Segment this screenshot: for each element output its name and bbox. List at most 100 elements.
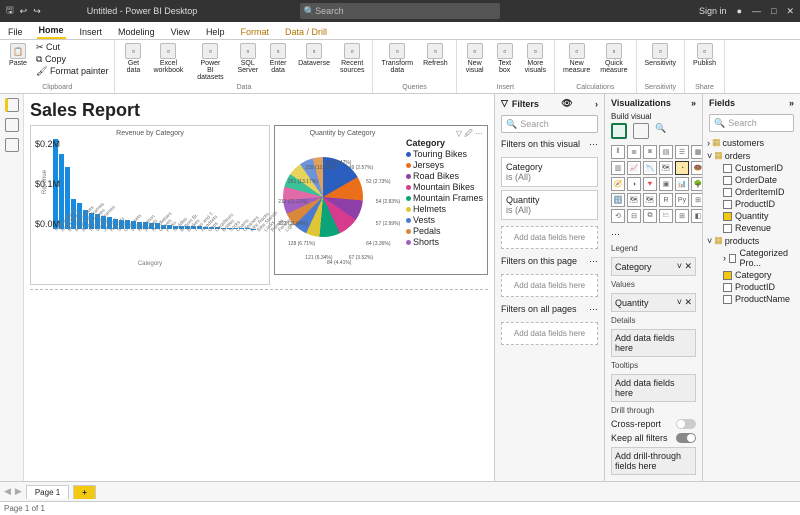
field-orderitemid[interactable]: OrderItemID — [707, 186, 796, 198]
more-visuals-icon[interactable]: ⋯ — [605, 227, 702, 242]
viz-type-icon[interactable]: ⫴ — [611, 145, 625, 159]
keep-filters-toggle[interactable] — [676, 433, 696, 443]
build-visual-tab-icon[interactable] — [611, 123, 627, 139]
field-category[interactable]: Category — [707, 269, 796, 281]
tab-home[interactable]: Home — [37, 23, 66, 39]
more-icon[interactable]: ⋯ — [589, 139, 598, 150]
tab-format[interactable]: Format — [238, 25, 271, 39]
page-nav-next[interactable]: ▶ — [15, 486, 22, 497]
viz-type-icon[interactable]: ◔ — [675, 161, 689, 175]
filters-eye-icon[interactable]: 👁 — [561, 98, 572, 109]
values-well[interactable]: Quantity˅ ✕ — [611, 293, 696, 312]
page-tab[interactable]: Page 1 — [26, 485, 69, 499]
fields-collapse-icon[interactable]: » — [789, 98, 794, 108]
enter-data-button[interactable]: ▫Enterdata — [266, 42, 290, 75]
sensitivity-button[interactable]: ▫Sensitivity — [643, 42, 679, 68]
avatar-icon[interactable]: ● — [737, 6, 742, 16]
tab-help[interactable]: Help — [204, 25, 227, 39]
add-page-button[interactable]: + — [73, 485, 96, 499]
more-icon[interactable]: ⋯ — [589, 256, 598, 267]
checkbox[interactable] — [723, 283, 732, 292]
viz-type-icon[interactable]: 📈 — [627, 161, 641, 175]
maximize-button[interactable]: □ — [771, 6, 776, 16]
sql-server-button[interactable]: ▫SQLServer — [235, 42, 260, 75]
filters-page-add[interactable]: Add data fields here — [501, 274, 598, 297]
viz-type-icon[interactable]: ▥ — [611, 161, 625, 175]
field-orderdate[interactable]: OrderDate — [707, 174, 796, 186]
viz-type-icon[interactable]: ≣ — [627, 145, 641, 159]
tooltips-well[interactable]: Add data fields here — [611, 374, 696, 402]
checkbox[interactable] — [723, 188, 732, 197]
report-canvas[interactable]: Sales Report Revenue by Category $0.2M$0… — [24, 94, 494, 481]
data-view-icon[interactable] — [5, 118, 19, 132]
minimize-button[interactable]: — — [752, 6, 761, 16]
field-productname[interactable]: ProductName — [707, 293, 796, 305]
filters-collapse-icon[interactable]: › — [595, 99, 598, 109]
viz-type-icon[interactable]: 🗺 — [643, 193, 657, 207]
viz-type-icon[interactable]: 🔢 — [611, 193, 625, 207]
format-painter-button[interactable]: 🖌 Format painter — [36, 66, 108, 77]
pie-chart-visual[interactable]: ▽ 🖉 ⋯ Quantity by Category 47 (2.47%)49 … — [274, 125, 488, 275]
get-data-button[interactable]: ▫Getdata — [121, 42, 145, 75]
viz-type-icon[interactable]: Py — [675, 193, 689, 207]
checkbox[interactable] — [723, 200, 732, 209]
details-well[interactable]: Add data fields here — [611, 329, 696, 357]
filters-search[interactable]: 🔍Search — [501, 115, 598, 133]
tab-view[interactable]: View — [169, 25, 192, 39]
format-visual-tab-icon[interactable] — [633, 123, 649, 139]
dataverse-button[interactable]: ▫Dataverse — [296, 42, 332, 68]
viz-type-icon[interactable]: ▤ — [659, 145, 673, 159]
table-products[interactable]: ˅▦products — [707, 234, 796, 247]
publish-button[interactable]: ▫Publish — [691, 42, 718, 68]
viz-type-icon[interactable]: 📊 — [675, 177, 689, 191]
page-nav-prev[interactable]: ◀ — [4, 486, 11, 497]
field-productid[interactable]: ProductID — [707, 198, 796, 210]
field-revenue[interactable]: Revenue — [707, 222, 796, 234]
refresh-button[interactable]: ▫Refresh — [421, 42, 450, 68]
quick-measure-button[interactable]: ▫Quickmeasure — [598, 42, 629, 75]
filter-card[interactable]: Quantityis (All) — [501, 190, 598, 220]
field-customerid[interactable]: CustomerID — [707, 162, 796, 174]
filter-card[interactable]: Categoryis (All) — [501, 157, 598, 187]
checkbox[interactable] — [723, 164, 732, 173]
checkbox[interactable] — [723, 224, 732, 233]
tab-insert[interactable]: Insert — [78, 25, 105, 39]
field-categorized pro...[interactable]: › Categorized Pro... — [707, 247, 796, 269]
undo-icon[interactable]: ↩ — [20, 6, 28, 17]
filters-visual-add[interactable]: Add data fields here — [501, 226, 598, 249]
checkbox[interactable] — [723, 295, 732, 304]
viz-type-icon[interactable]: ⊟ — [627, 209, 641, 223]
viz-type-icon[interactable]: ⧉ — [643, 209, 657, 223]
model-view-icon[interactable] — [5, 138, 19, 152]
new-visual-button[interactable]: ▫Newvisual — [463, 42, 487, 75]
viz-type-icon[interactable]: 🔻 — [643, 177, 657, 191]
table-customers[interactable]: ›▦customers — [707, 136, 796, 149]
analytics-tab-icon[interactable]: 🔍 — [655, 123, 671, 139]
copy-button[interactable]: ⧉ Copy — [36, 54, 108, 65]
more-visuals-button[interactable]: ▫Morevisuals — [523, 42, 548, 75]
close-button[interactable]: ✕ — [786, 6, 794, 17]
filters-all-add[interactable]: Add data fields here — [501, 322, 598, 345]
title-search[interactable]: 🔍 Search — [300, 3, 500, 19]
viz-type-icon[interactable]: 🗠 — [659, 209, 673, 223]
field-quantity[interactable]: Quantity — [707, 210, 796, 222]
cross-report-toggle[interactable] — [676, 419, 696, 429]
fields-search[interactable]: 🔍Search — [709, 114, 794, 132]
viz-type-icon[interactable]: 🧭 — [611, 177, 625, 191]
excel-workbook-button[interactable]: ▫Excelworkbook — [151, 42, 185, 75]
text-box-button[interactable]: ▫Textbox — [493, 42, 517, 75]
viz-type-icon[interactable]: ▣ — [659, 177, 673, 191]
checkbox[interactable] — [723, 271, 732, 280]
visual-header-icons[interactable]: ▽ 🖉 ⋯ — [456, 128, 483, 142]
power-bi-datasets-button[interactable]: ▫PowerBI datasets — [191, 42, 229, 82]
table-orders[interactable]: ˅▦orders — [707, 149, 796, 162]
transform-data-button[interactable]: ▫Transformdata — [379, 42, 415, 75]
legend-well[interactable]: Category˅ ✕ — [611, 257, 696, 276]
tab-modeling[interactable]: Modeling — [116, 25, 157, 39]
sign-in-link[interactable]: Sign in — [699, 6, 727, 16]
redo-icon[interactable]: ↪ — [33, 6, 41, 17]
tab-file[interactable]: File — [6, 25, 25, 39]
cut-button[interactable]: ✂ Cut — [36, 42, 108, 53]
viz-type-icon[interactable]: ☰ — [675, 145, 689, 159]
tab-data-drill[interactable]: Data / Drill — [283, 25, 329, 39]
